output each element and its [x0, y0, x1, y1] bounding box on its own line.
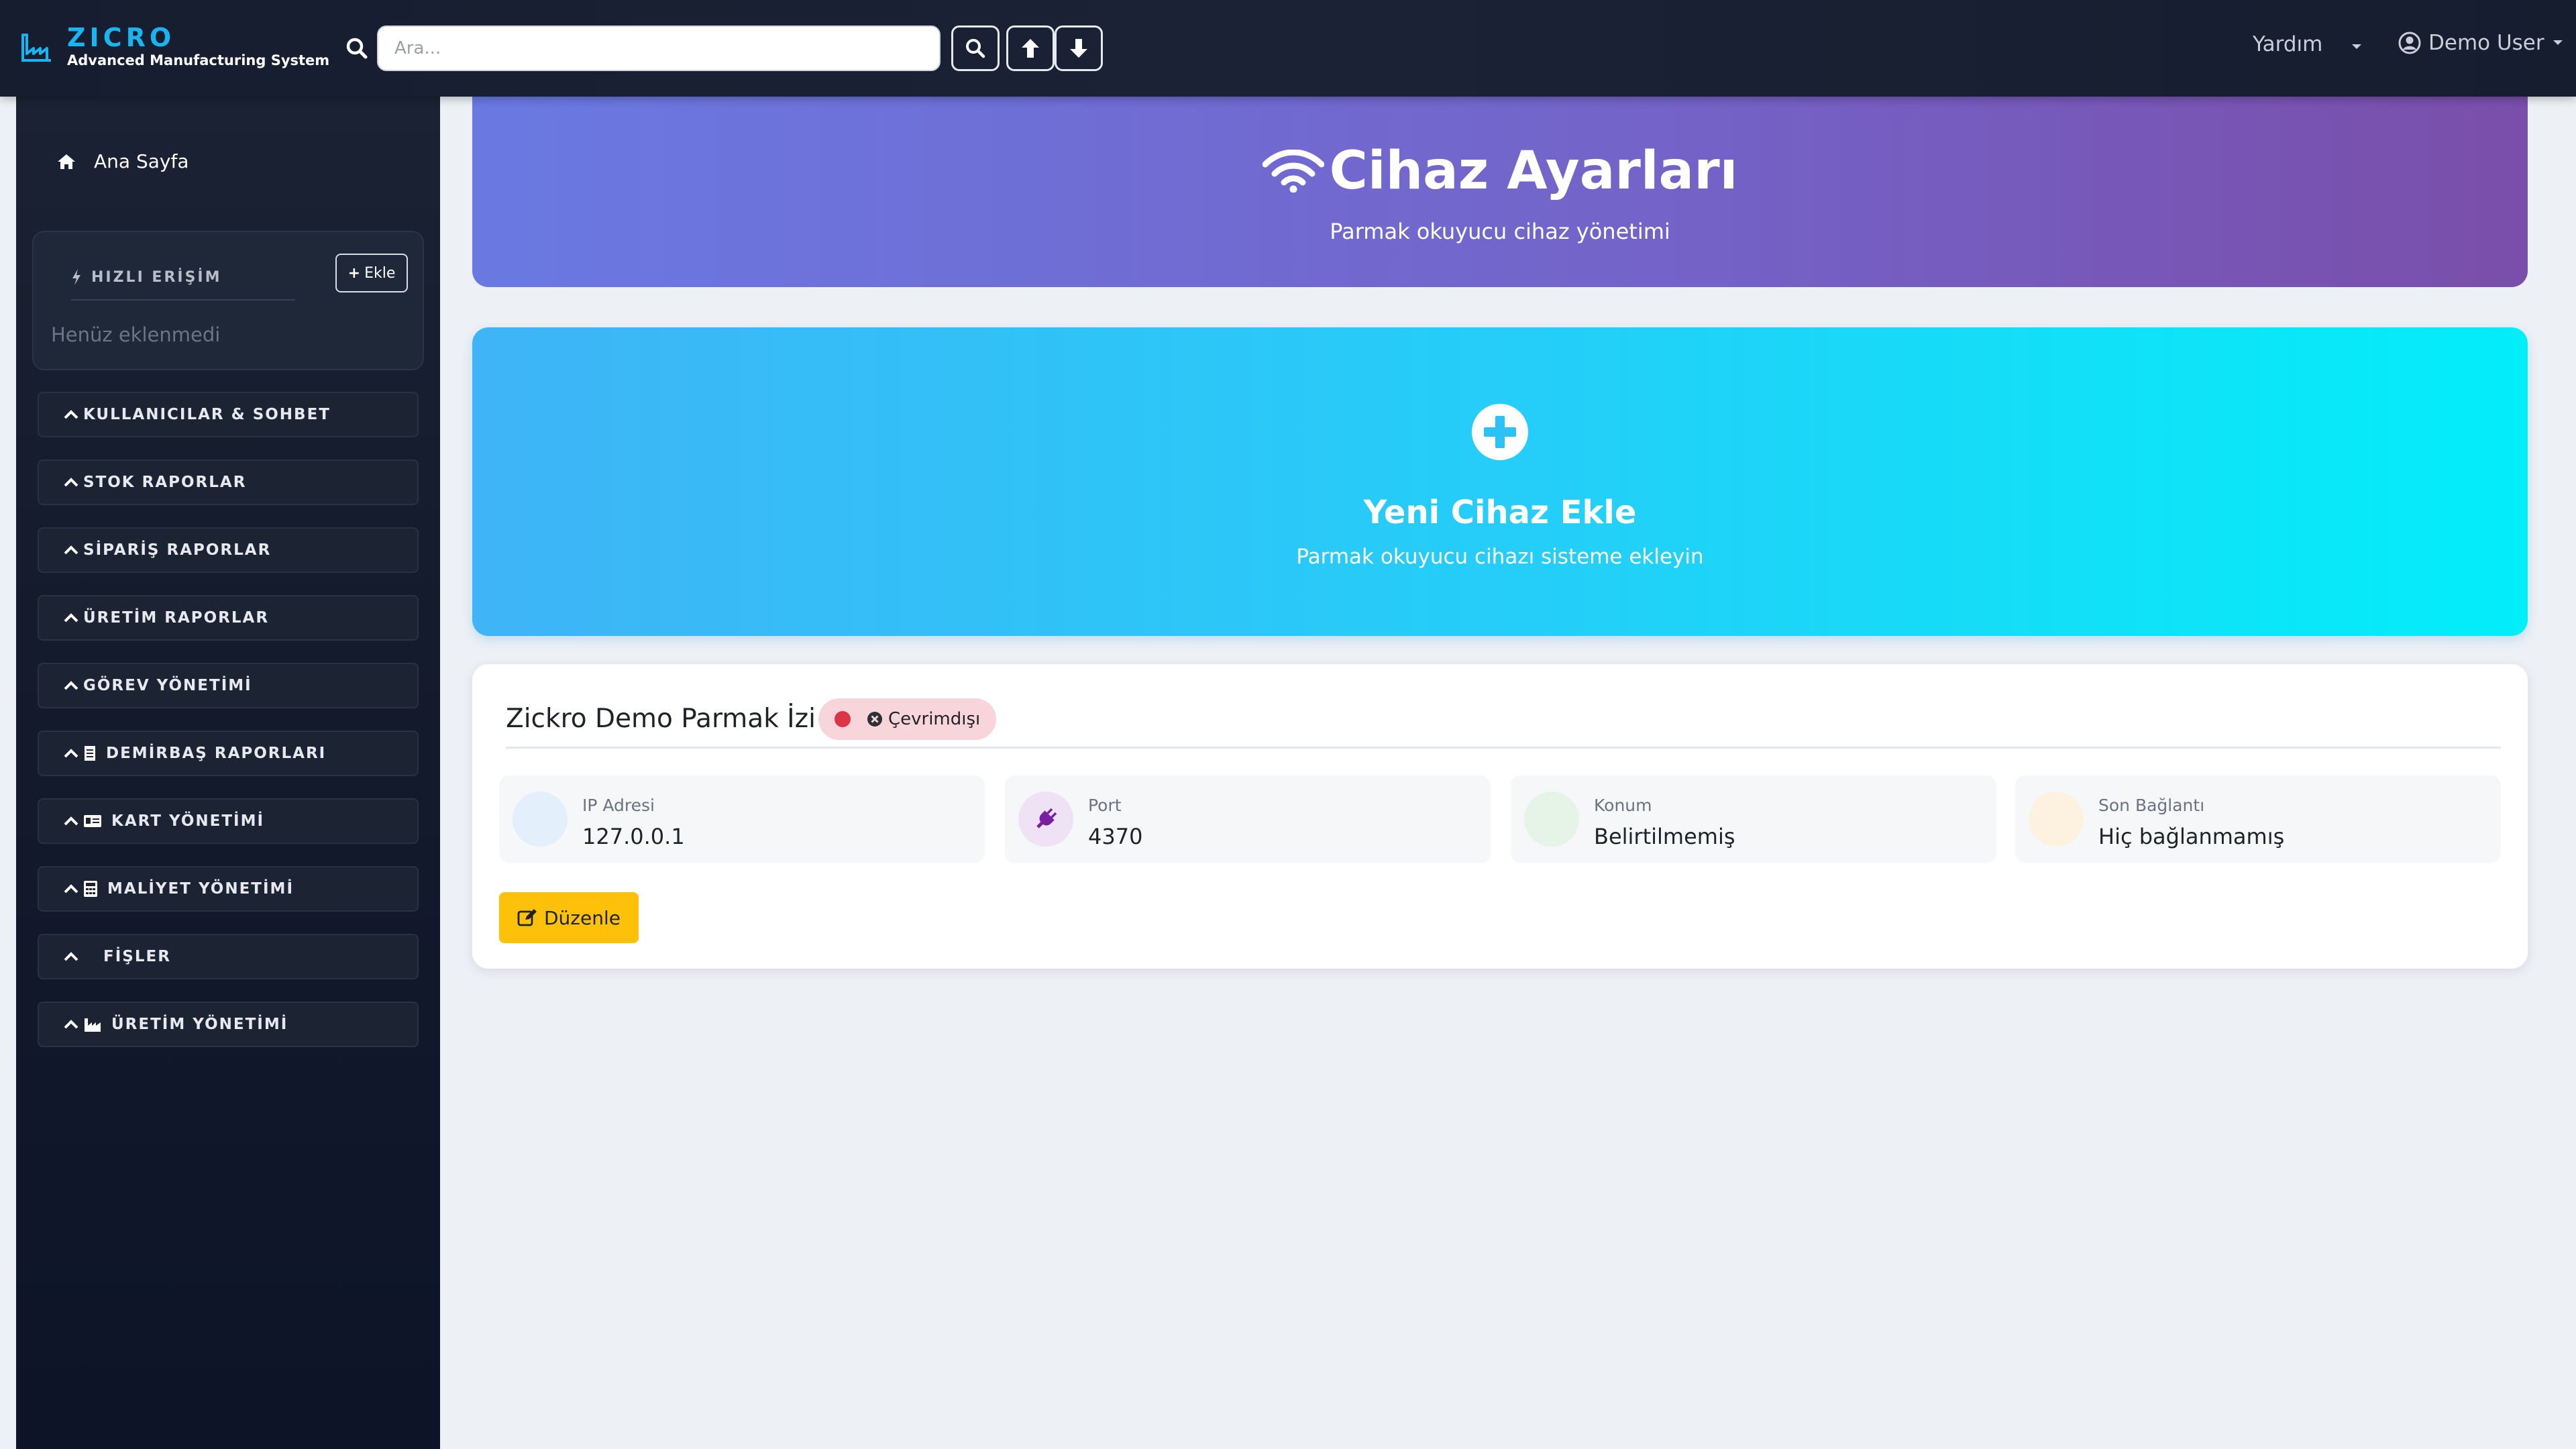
chevron-up-icon — [64, 478, 78, 487]
chevron-up-icon — [64, 613, 78, 623]
bolt-icon — [72, 269, 80, 285]
chevron-up-icon — [64, 545, 78, 555]
edit-icon — [517, 909, 537, 926]
chevron-up-icon — [64, 681, 78, 690]
page-scrollbar[interactable] — [2544, 97, 2576, 1449]
quick-access-add-button[interactable]: + Ekle — [335, 254, 408, 292]
sidebar-section-production-management[interactable]: ÜRETİM YÖNETİMİ — [38, 1002, 419, 1047]
wifi-icon — [1262, 150, 1324, 193]
chevron-up-icon — [64, 410, 78, 419]
quick-access-panel: HIZLI ERİŞİM + Ekle Henüz eklenmedi — [32, 231, 424, 370]
user-circle-icon — [2398, 32, 2421, 54]
factory-logo-icon — [21, 34, 51, 62]
page-title: Cihaz Ayarları — [1262, 141, 1737, 201]
brand-name: ZICRO — [67, 23, 176, 52]
factory-icon — [85, 1018, 101, 1032]
scroll-up-button[interactable] — [1006, 25, 1055, 71]
chevron-up-icon — [64, 749, 78, 758]
location-icon — [1524, 792, 1579, 847]
sidebar-item-label: Ana Sayfa — [94, 150, 189, 172]
calculator-icon — [84, 881, 97, 897]
status-dot — [834, 710, 851, 727]
quick-access-empty-text: Henüz eklenmedi — [51, 323, 221, 346]
sidebar-section-order-reports[interactable]: SİPARİŞ RAPORLAR — [38, 527, 419, 573]
search-button[interactable] — [951, 25, 1000, 71]
top-navbar: ZICRO Advanced Manufacturing System Yard… — [0, 0, 2576, 97]
clock-icon — [2029, 792, 2084, 847]
brand-subtitle: Advanced Manufacturing System — [67, 52, 330, 68]
search-icon — [346, 38, 368, 59]
plus-circle-icon — [1472, 404, 1528, 460]
network-icon — [513, 792, 568, 847]
sidebar-section-asset-reports[interactable]: DEMİRBAŞ RAPORLARI — [38, 731, 419, 776]
sidebar-section-production-reports[interactable]: ÜRETİM RAPORLAR — [38, 595, 419, 641]
page-header-banner: Cihaz Ayarları Parmak okuyucu cihaz yöne… — [472, 97, 2528, 287]
device-card: Zickro Demo Parmak İzi Çevrimdışı IP Adr… — [472, 664, 2528, 969]
edit-device-button[interactable]: Düzenle — [499, 892, 639, 943]
home-icon — [58, 154, 75, 169]
plug-icon — [1036, 808, 1057, 828]
sidebar-item-home[interactable]: Ana Sayfa — [56, 150, 189, 172]
chevron-up-icon — [64, 816, 78, 826]
help-menu[interactable]: Yardım — [2253, 32, 2322, 56]
add-device-card[interactable]: Yeni Cihaz Ekle Parmak okuyucu cihazı si… — [472, 327, 2528, 636]
stat-last-connection: Son Bağlantı Hiç bağlanmamış — [2015, 775, 2501, 863]
caret-down-icon[interactable] — [2351, 43, 2363, 51]
device-card-header: Zickro Demo Parmak İzi Çevrimdışı — [506, 691, 2501, 749]
sidebar: Ana Sayfa HIZLI ERİŞİM + Ekle Henüz ekle… — [16, 97, 440, 1449]
times-circle-icon — [867, 711, 882, 727]
page-subtitle: Parmak okuyucu cihaz yönetimi — [1330, 219, 1670, 244]
quick-access-title: HIZLI ERİŞİM — [71, 268, 295, 301]
stat-port: Port 4370 — [1005, 775, 1491, 863]
caret-down-icon — [2553, 40, 2563, 45]
sidebar-section-stock-reports[interactable]: STOK RAPORLAR — [38, 460, 419, 505]
search-icon — [966, 39, 985, 58]
status-badge: Çevrimdışı — [818, 698, 997, 740]
stat-ip-address: IP Adresi 127.0.0.1 — [499, 775, 985, 863]
add-device-subtitle: Parmak okuyucu cihazı sisteme ekleyin — [1296, 545, 1704, 569]
user-name: Demo User — [2428, 31, 2544, 55]
device-name: Zickro Demo Parmak İzi — [506, 704, 816, 734]
chevron-up-icon — [64, 884, 78, 894]
stat-location: Konum Belirtilmemiş — [1511, 775, 1996, 863]
search-input[interactable] — [377, 25, 941, 71]
document-icon — [85, 746, 95, 761]
arrow-down-icon — [1070, 39, 1087, 58]
sidebar-section-cost-management[interactable]: MALİYET YÖNETİMİ — [38, 866, 419, 912]
chevron-up-icon — [64, 1020, 78, 1029]
sidebar-section-card-management[interactable]: KART YÖNETİMİ — [38, 798, 419, 844]
arrow-up-icon — [1022, 39, 1039, 58]
scroll-down-button[interactable] — [1055, 25, 1103, 71]
chevron-up-icon — [64, 952, 78, 961]
user-menu[interactable]: Demo User — [2398, 31, 2563, 55]
id-card-icon — [84, 815, 101, 827]
brand[interactable]: ZICRO Advanced Manufacturing System — [19, 24, 329, 70]
status-text: Çevrimdışı — [888, 708, 981, 729]
sidebar-section-receipts[interactable]: FİŞLER — [38, 934, 419, 979]
plus-icon: + — [347, 264, 361, 282]
sidebar-section-users-chat[interactable]: KULLANICILAR & SOHBET — [38, 392, 419, 437]
add-device-title: Yeni Cihaz Ekle — [1363, 494, 1637, 531]
sidebar-section-task-management[interactable]: GÖREV YÖNETİMİ — [38, 663, 419, 708]
